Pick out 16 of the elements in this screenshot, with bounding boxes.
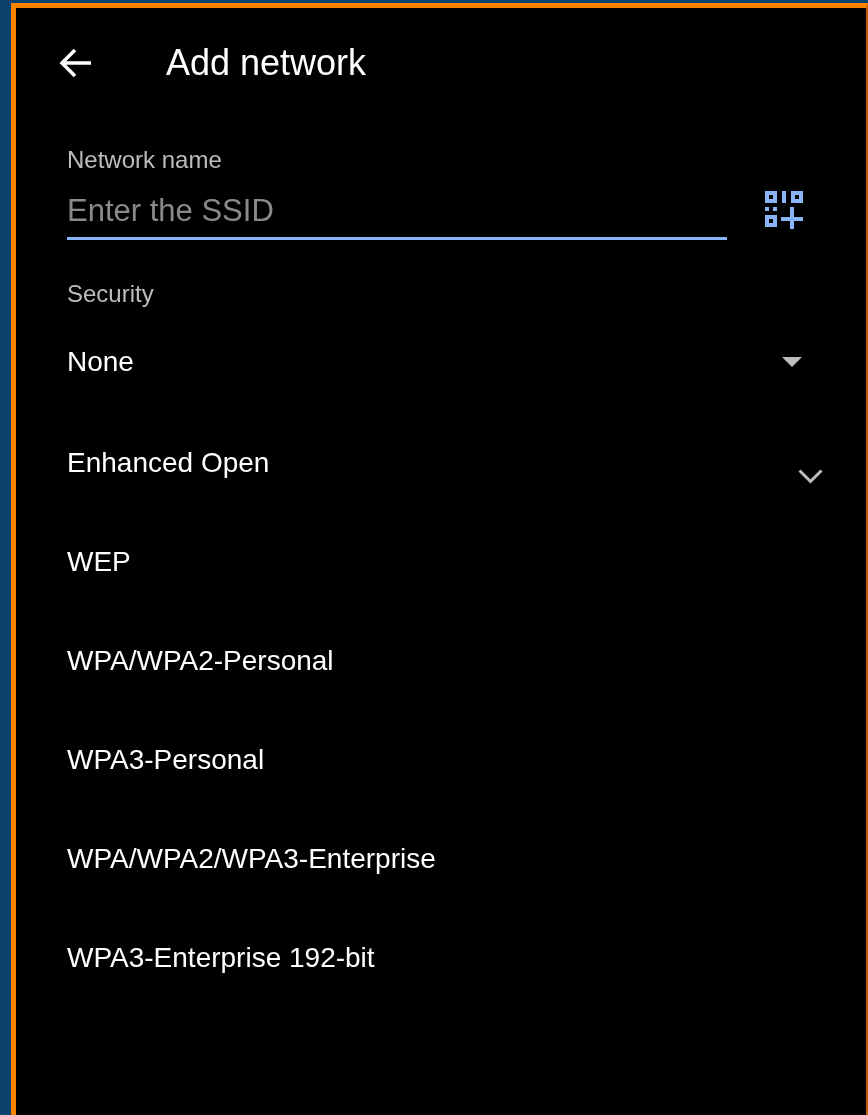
security-option[interactable]: WPA3-Personal (67, 707, 823, 806)
qr-code-icon (765, 191, 803, 229)
security-option[interactable]: WPA3-Enterprise 192-bit (67, 905, 823, 1004)
chevron-down-icon (798, 469, 823, 484)
security-option[interactable]: WPA/WPA2/WPA3-Enterprise (67, 806, 823, 905)
security-option[interactable]: WPA/WPA2-Personal (67, 608, 823, 707)
security-option[interactable]: Enhanced Open (67, 410, 823, 509)
back-arrow-icon (59, 47, 93, 79)
field-label: Security (67, 280, 155, 308)
dropdown-triangle-icon (782, 357, 802, 367)
field-label: Network name (67, 146, 223, 174)
security-dropdown[interactable]: None (67, 332, 802, 392)
qr-scan-button[interactable] (765, 191, 803, 229)
ssid-input-field[interactable]: Enter the SSID (67, 190, 727, 240)
page-title: Add network (166, 42, 367, 84)
security-option[interactable]: WEP (67, 509, 823, 608)
